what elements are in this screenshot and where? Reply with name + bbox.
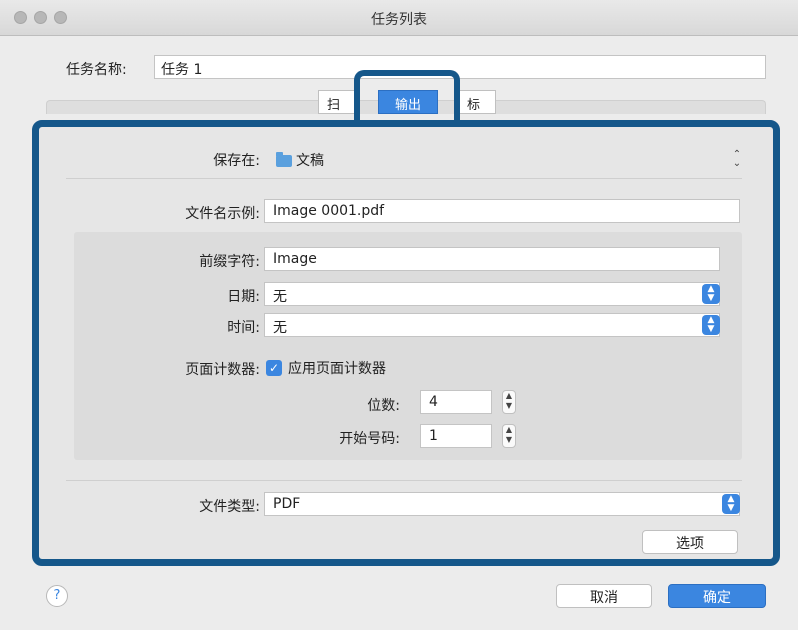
- options-button[interactable]: 选项: [642, 530, 738, 554]
- time-label: 时间:: [227, 320, 260, 336]
- page-counter-checkbox-label: 应用页面计数器: [288, 361, 386, 377]
- page-counter-checkbox[interactable]: ✓: [266, 360, 282, 376]
- start-number-input[interactable]: 1: [420, 424, 492, 448]
- title-bar: 任务列表: [0, 0, 798, 36]
- task-list-window: 任务列表 任务名称: 任务 1 扫 输出 标 保存在: 文稿 ⌃ ⌄ 文件名示例:…: [0, 0, 798, 630]
- start-number-label: 开始号码:: [339, 431, 400, 447]
- save-location-chevron-icon[interactable]: ⌃ ⌄: [730, 150, 744, 170]
- tab-scan[interactable]: 扫: [318, 90, 358, 114]
- page-counter-label: 页面计数器:: [185, 362, 260, 378]
- digits-input[interactable]: 4: [420, 390, 492, 414]
- time-select-chevron-icon[interactable]: ▲ ▼: [702, 315, 720, 335]
- file-type-select[interactable]: PDF: [264, 492, 740, 516]
- help-button[interactable]: ?: [46, 585, 68, 607]
- cancel-button[interactable]: 取消: [556, 584, 652, 608]
- tab-destination[interactable]: 标: [458, 90, 496, 114]
- job-name-label: 任务名称:: [66, 62, 127, 78]
- window-title: 任务列表: [371, 12, 427, 28]
- save-location-label: 保存在:: [213, 153, 260, 169]
- digits-label: 位数:: [367, 398, 400, 414]
- tab-highlight-frame: [354, 70, 460, 126]
- date-label: 日期:: [227, 289, 260, 305]
- filename-example-field: Image 0001.pdf: [264, 199, 740, 223]
- start-number-stepper[interactable]: ▲ ▼: [502, 424, 516, 448]
- prefix-input[interactable]: Image: [264, 247, 720, 271]
- ok-button[interactable]: 确定: [668, 584, 766, 608]
- divider: [66, 178, 742, 179]
- filename-example-label: 文件名示例:: [185, 206, 260, 222]
- prefix-label: 前缀字符:: [199, 254, 260, 270]
- date-select-chevron-icon[interactable]: ▲ ▼: [702, 284, 720, 304]
- file-type-label: 文件类型:: [199, 499, 260, 515]
- job-name-input[interactable]: 任务 1: [154, 55, 766, 79]
- folder-icon: [276, 152, 292, 167]
- divider: [66, 480, 742, 481]
- save-location-value[interactable]: 文稿: [296, 150, 324, 170]
- file-type-chevron-icon[interactable]: ▲ ▼: [722, 494, 740, 514]
- time-select[interactable]: 无: [264, 313, 720, 337]
- digits-stepper[interactable]: ▲ ▼: [502, 390, 516, 414]
- date-select[interactable]: 无: [264, 282, 720, 306]
